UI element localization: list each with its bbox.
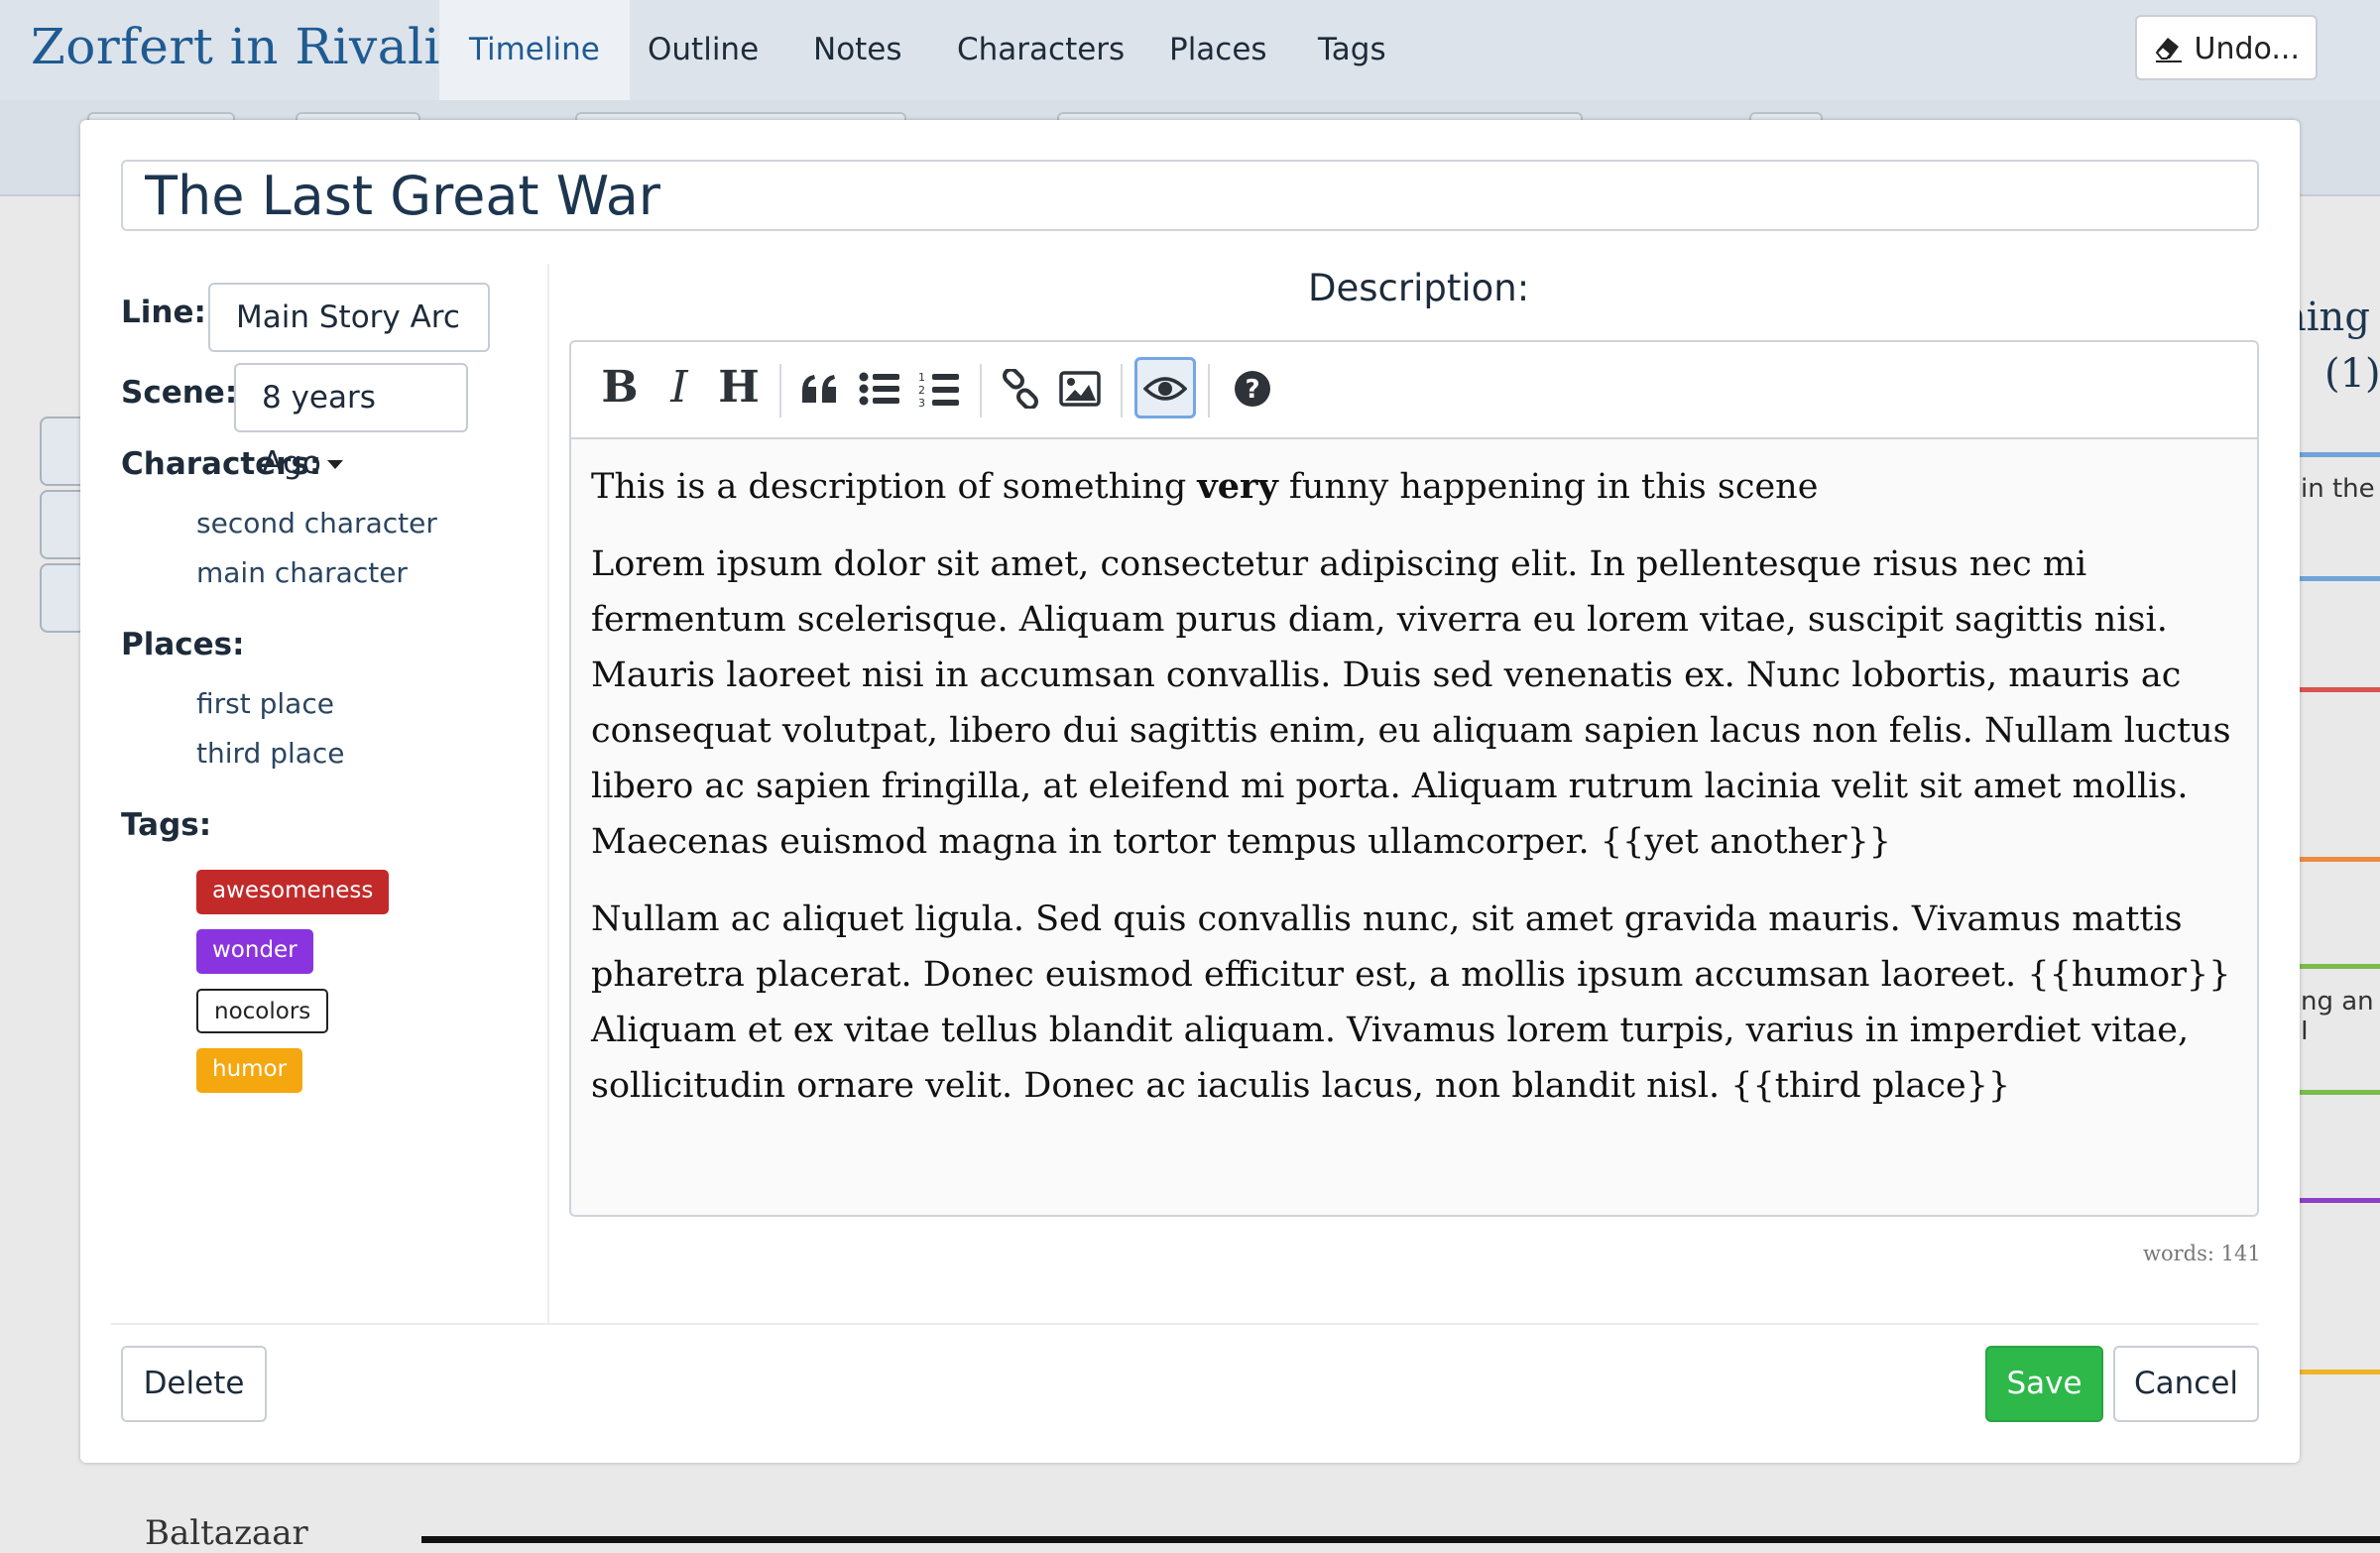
- scene-dropdown[interactable]: 8 years Ago: [234, 363, 468, 481]
- tag-badge-wonder[interactable]: wonder: [196, 929, 313, 974]
- column-divider: [547, 264, 549, 1325]
- description-paragraph: This is a description of something very …: [591, 466, 1819, 507]
- ordered-list-icon[interactable]: 123: [908, 357, 970, 418]
- background-line-stroke: [2299, 1198, 2380, 1203]
- background-line-stroke: [2299, 576, 2380, 581]
- scene-label: Scene:: [121, 375, 238, 411]
- description-paragraph: Nullam ac aliquet ligula. Sed quis conva…: [591, 899, 2231, 1106]
- places-label: Places:: [121, 627, 245, 662]
- description-label: Description:: [1308, 267, 1530, 309]
- quote-icon[interactable]: [789, 357, 851, 418]
- background-card-text: in the: [2301, 474, 2375, 504]
- preview-eye-icon[interactable]: [1134, 357, 1196, 418]
- svg-text:?: ?: [1245, 375, 1259, 405]
- app-brand[interactable]: Zorfert in Rivalia: [31, 18, 470, 75]
- tab-timeline[interactable]: Timeline: [439, 0, 630, 100]
- tag-badge-awesomeness[interactable]: awesomeness: [196, 870, 390, 914]
- toolbar-separator: [1121, 364, 1123, 418]
- image-icon[interactable]: [1049, 357, 1111, 418]
- eraser-icon: [2153, 32, 2195, 66]
- bold-icon[interactable]: B: [589, 357, 651, 418]
- cancel-button[interactable]: Cancel: [2113, 1346, 2259, 1422]
- background-timeline-rule: [421, 1536, 2380, 1543]
- link-icon[interactable]: [990, 357, 1051, 418]
- scene-title-input[interactable]: [121, 160, 2259, 231]
- background-line-stroke: [2299, 1370, 2380, 1374]
- character-item[interactable]: second character: [196, 507, 437, 539]
- line-dropdown-value: Main Story Arc: [236, 299, 460, 335]
- tag-badge-nocolors[interactable]: nocolors: [196, 989, 329, 1033]
- background-scene-count: (1): [2324, 351, 2380, 397]
- background-character-name: Baltazaar: [145, 1513, 308, 1553]
- tags-label: Tags:: [121, 807, 212, 843]
- undo-button[interactable]: Undo...: [2135, 15, 2318, 80]
- tab-notes[interactable]: Notes: [783, 0, 932, 100]
- description-preview[interactable]: This is a description of something very …: [569, 439, 2259, 1217]
- background-line-stroke: [2299, 452, 2380, 457]
- toolbar-separator: [779, 364, 781, 418]
- toolbar-separator: [1208, 364, 1210, 418]
- character-item[interactable]: main character: [196, 556, 408, 589]
- tab-places[interactable]: Places: [1139, 0, 1297, 100]
- edit-scene-modal: Line: Main Story Arc Scene: 8 years Ago …: [80, 120, 2300, 1463]
- background-card-text: ng an I: [2301, 987, 2374, 1046]
- place-item[interactable]: third place: [196, 737, 345, 770]
- background-line-stroke: [2299, 687, 2380, 692]
- save-button[interactable]: Save: [1985, 1346, 2103, 1422]
- delete-button[interactable]: Delete: [121, 1346, 267, 1422]
- tab-characters[interactable]: Characters: [927, 0, 1154, 100]
- background-line-stroke: [2299, 964, 2380, 969]
- undo-label: Undo...: [2194, 32, 2300, 66]
- svg-text:2: 2: [918, 384, 925, 397]
- line-dropdown[interactable]: Main Story Arc: [208, 283, 490, 389]
- toolbar-separator: [980, 364, 982, 418]
- help-icon[interactable]: ?: [1222, 357, 1283, 418]
- italic-icon[interactable]: I: [649, 357, 710, 418]
- svg-text:3: 3: [918, 397, 925, 408]
- background-line-stroke: [2299, 1090, 2380, 1095]
- svg-text:1: 1: [918, 371, 925, 384]
- heading-icon[interactable]: H: [708, 357, 770, 418]
- background-line-stroke: [2299, 857, 2380, 862]
- place-item[interactable]: first place: [196, 687, 334, 720]
- tab-tags[interactable]: Tags: [1288, 0, 1416, 100]
- caret-down-icon: [326, 460, 343, 469]
- word-count: words: 141: [2143, 1242, 2261, 1265]
- tag-badge-humor[interactable]: humor: [196, 1048, 303, 1093]
- characters-label: Characters:: [121, 446, 322, 482]
- description-paragraph: Lorem ipsum dolor sit amet, consectetur …: [591, 544, 2231, 862]
- unordered-list-icon[interactable]: [849, 357, 910, 418]
- editor-toolbar: B I H 123 ?: [569, 340, 2259, 439]
- top-navbar: Zorfert in Rivalia Timeline Outline Note…: [0, 0, 2380, 102]
- modal-footer-divider: [111, 1323, 2259, 1325]
- tab-outline[interactable]: Outline: [618, 0, 788, 100]
- line-label: Line:: [121, 295, 206, 330]
